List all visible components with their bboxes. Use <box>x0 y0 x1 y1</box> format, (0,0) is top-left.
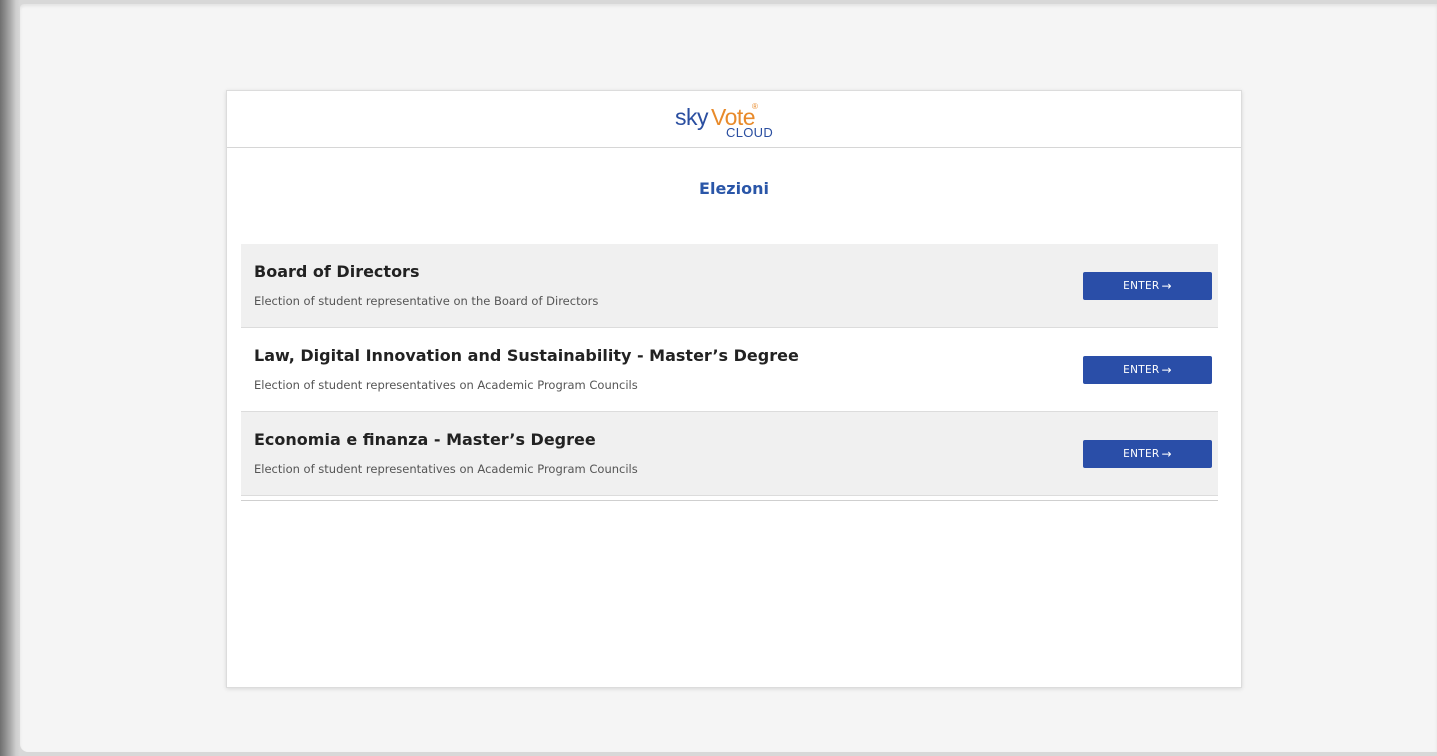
browser-viewport: sky Vote ® CLOUD Elezioni Board of Direc… <box>20 4 1437 752</box>
enter-button-label: ENTER <box>1123 448 1160 460</box>
list-divider <box>241 496 1218 501</box>
logo-registered-mark: ® <box>752 102 758 111</box>
election-title: Board of Directors <box>254 262 420 281</box>
arrow-right-icon: → <box>1161 279 1172 293</box>
enter-button-label: ENTER <box>1123 364 1160 376</box>
enter-button[interactable]: ENTER → <box>1083 356 1212 384</box>
skyvote-cloud-logo: sky Vote ® CLOUD <box>675 100 805 144</box>
arrow-right-icon: → <box>1161 363 1172 377</box>
election-row: Law, Digital Innovation and Sustainabili… <box>241 328 1218 412</box>
logo-text-cloud: CLOUD <box>726 125 774 140</box>
election-title: Economia e finanza - Master’s Degree <box>254 430 596 449</box>
election-row: Board of Directors Election of student r… <box>241 244 1218 328</box>
enter-button[interactable]: ENTER → <box>1083 272 1212 300</box>
enter-button-label: ENTER <box>1123 280 1160 292</box>
election-description: Election of student representatives on A… <box>254 462 638 476</box>
enter-button[interactable]: ENTER → <box>1083 440 1212 468</box>
card-header: sky Vote ® CLOUD <box>227 91 1241 148</box>
election-description: Election of student representative on th… <box>254 294 599 308</box>
page-title: Elezioni <box>699 179 769 198</box>
screen: sky Vote ® CLOUD Elezioni Board of Direc… <box>0 0 1437 756</box>
election-description: Election of student representatives on A… <box>254 378 638 392</box>
election-list: Board of Directors Election of student r… <box>241 244 1218 501</box>
logo-text-sky: sky <box>675 104 709 130</box>
election-title: Law, Digital Innovation and Sustainabili… <box>254 346 799 365</box>
arrow-right-icon: → <box>1161 447 1172 461</box>
election-row: Economia e finanza - Master’s Degree Ele… <box>241 412 1218 496</box>
elections-card: sky Vote ® CLOUD Elezioni Board of Direc… <box>226 90 1242 688</box>
